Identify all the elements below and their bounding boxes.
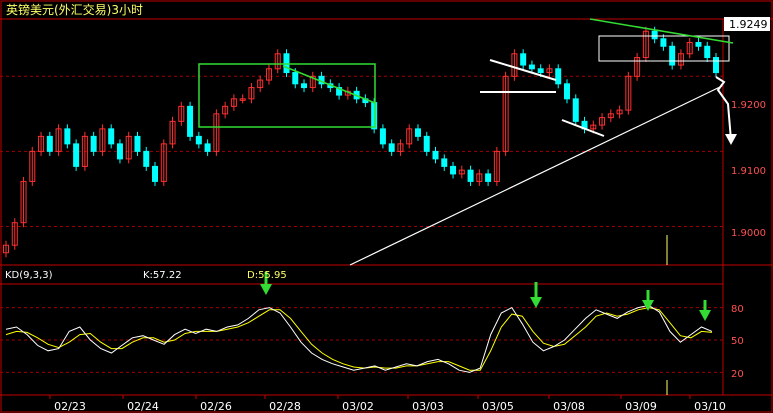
time-axis-label: 02/26 — [200, 400, 232, 413]
candle-down — [414, 128, 421, 137]
candle-down — [520, 53, 527, 66]
candle-down — [485, 173, 492, 182]
candle-down — [108, 128, 115, 145]
candle-down — [90, 135, 97, 152]
kd-d-label: D:55.95 — [247, 270, 287, 281]
candle-down — [46, 135, 53, 152]
candle-down — [388, 143, 395, 152]
grid-lines — [0, 75, 723, 373]
candle-down — [143, 150, 150, 167]
kd-lines — [5, 304, 713, 373]
candle-down — [195, 135, 202, 145]
candle-down — [283, 53, 290, 74]
forex-chart: 英镑美元(外汇交易)3小时 1.9249 1.9200 1.9100 1.900… — [0, 0, 773, 413]
candle-down — [187, 105, 194, 137]
candle-down — [467, 169, 474, 182]
candle-down — [651, 30, 658, 40]
candle-down — [528, 64, 535, 70]
last-price-label: 1.9249 — [729, 18, 768, 31]
time-axis-label: 02/28 — [269, 400, 301, 413]
price-tick-2: 1.9100 — [731, 166, 766, 177]
time-axis-label: 02/23 — [54, 400, 86, 413]
candle-down — [371, 102, 378, 130]
kd-k-label: K:57.22 — [143, 270, 182, 281]
kd-arrow-2 — [530, 282, 542, 308]
candle-down — [660, 38, 667, 47]
time-axis-label: 03/09 — [625, 400, 657, 413]
candle-down — [704, 45, 711, 59]
candle-down — [379, 128, 386, 145]
time-axis-label: 03/03 — [412, 400, 444, 413]
candle-down — [537, 68, 544, 74]
projection-arrow-head — [725, 134, 737, 145]
time-axis-label: 03/02 — [342, 400, 374, 413]
candle-down — [432, 150, 439, 160]
candle-down — [73, 143, 80, 167]
candle-down — [441, 158, 448, 167]
kd-k-line — [5, 304, 713, 373]
candle-down — [134, 135, 141, 152]
candle-down — [669, 45, 676, 66]
price-tick-1: 1.9200 — [731, 100, 766, 111]
time-axis-label: 03/08 — [553, 400, 585, 413]
time-axis-label: 03/05 — [482, 400, 514, 413]
candle-down — [292, 72, 299, 85]
candle-down — [572, 98, 579, 122]
annotations — [198, 18, 737, 395]
kd-tick-20: 20 — [731, 369, 744, 380]
chart-title: 英镑美元(外汇交易)3小时 — [6, 2, 143, 17]
kd-d-line — [5, 307, 713, 371]
candle-down — [695, 42, 702, 47]
candle-down — [563, 83, 570, 100]
candle-down — [116, 143, 123, 160]
candle-down — [423, 135, 430, 152]
candle-down — [555, 68, 562, 85]
trendline-green-1 — [282, 65, 376, 104]
candle-down — [152, 165, 159, 182]
kd-tick-80: 80 — [731, 304, 744, 315]
uptrend-line — [349, 85, 723, 266]
time-axis-labels: 02/23 02/24 02/26 02/28 03/02 03/03 03/05 03/08… — [49, 395, 726, 413]
candle-down — [450, 165, 457, 175]
candle-down — [204, 143, 211, 152]
kd-title: KD(9,3,3) — [5, 270, 53, 281]
time-axis-label: 03/10 — [694, 400, 726, 413]
kd-tick-50: 50 — [731, 336, 744, 347]
time-axis-label: 02/24 — [127, 400, 159, 413]
price-tick-3: 1.9000 — [731, 228, 766, 239]
kd-arrow-4 — [699, 300, 711, 321]
chart-frame — [0, 0, 773, 413]
candle-down — [301, 83, 308, 89]
candle-down — [64, 128, 71, 145]
candle-down — [713, 57, 719, 74]
